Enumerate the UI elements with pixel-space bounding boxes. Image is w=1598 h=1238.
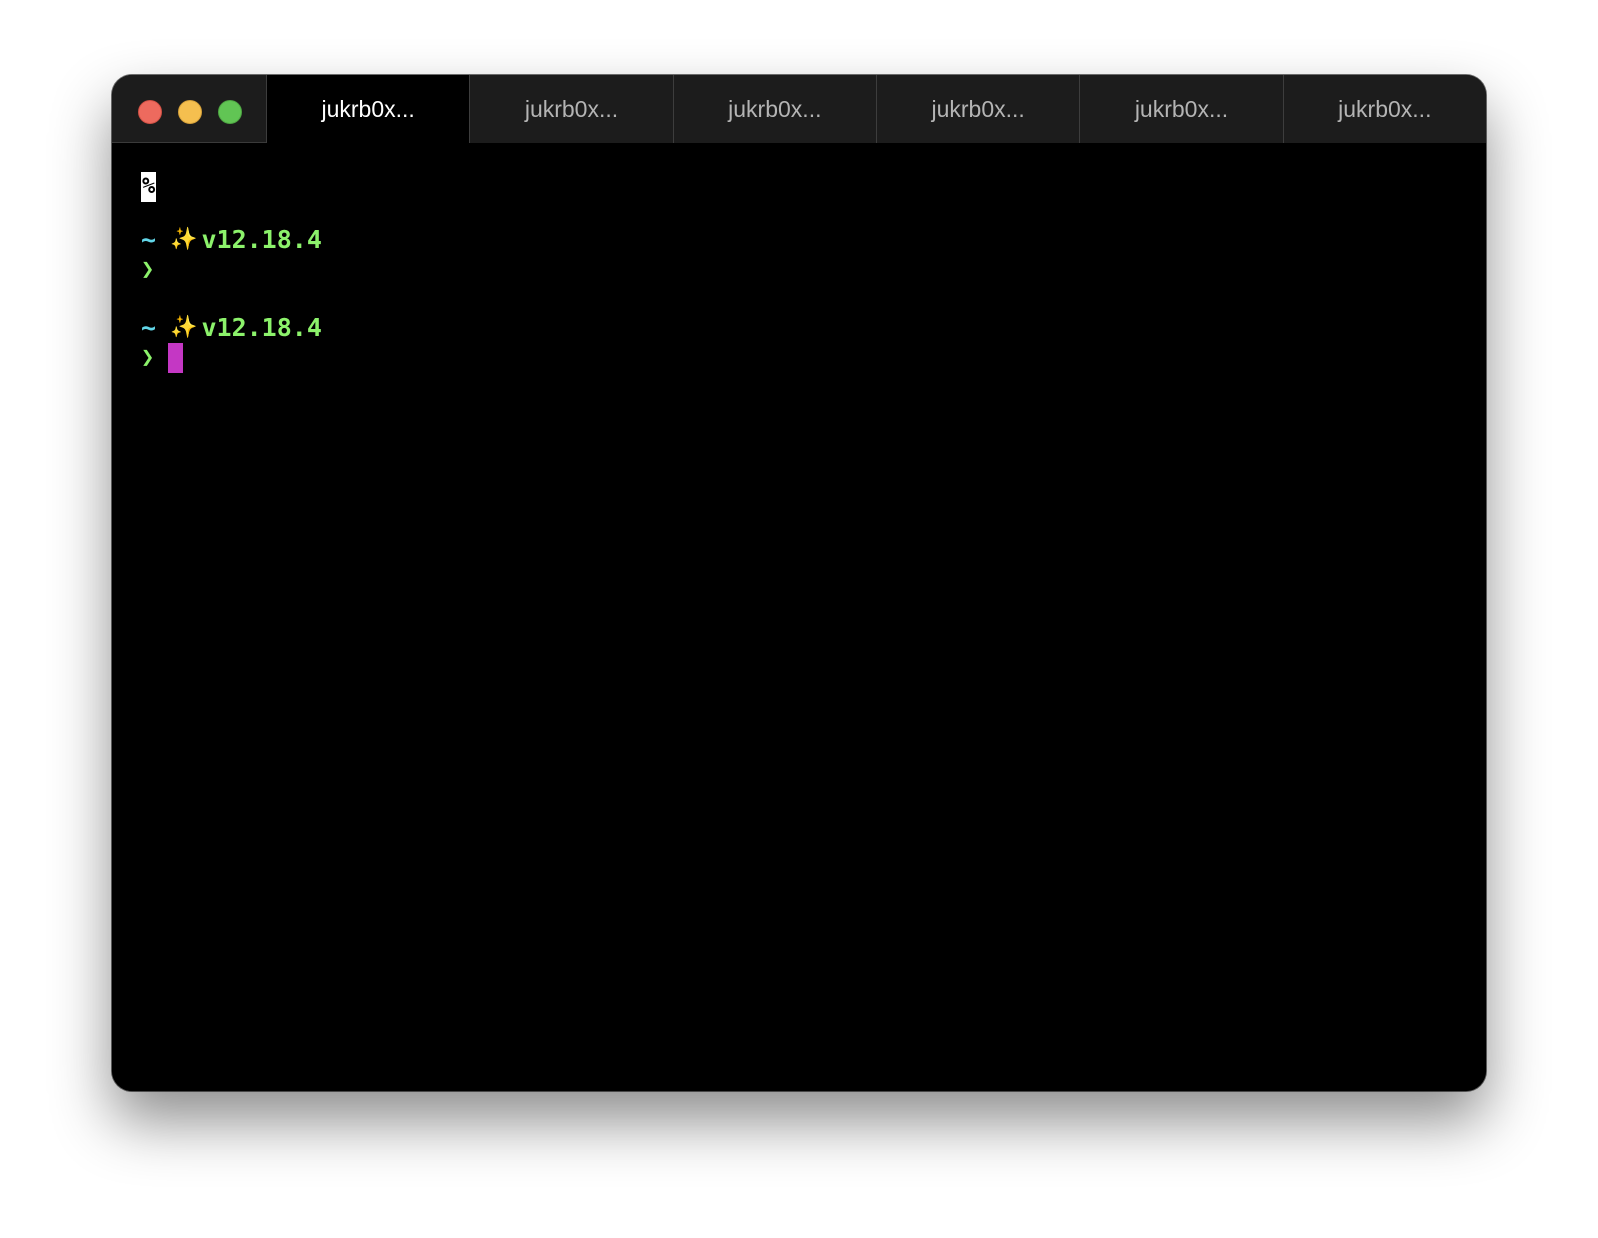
partial-line-marker: % [141,172,157,202]
partial-line-marker-line: % [141,172,157,202]
prompt-directory: ~ [141,313,157,342]
tab-2[interactable]: jukrb0x... [469,75,673,143]
tab-6[interactable]: jukrb0x... [1282,75,1486,143]
input-line-2: ❯ [141,343,184,373]
terminal-output[interactable]: % ~ ✨ v12.18.4 ❯ ~ ✨ v12.18.4 ❯ [112,143,1486,1091]
tab-bar: jukrb0x... jukrb0x... jukrb0x... jukrb0x… [266,75,1486,144]
tab-3[interactable]: jukrb0x... [672,75,876,143]
input-line-1: ❯ [141,255,154,285]
zoom-window-button[interactable] [218,100,242,124]
prompt-chevron-icon: ❯ [141,257,155,282]
tab-1[interactable]: jukrb0x... [266,75,470,144]
sparkles-icon: ✨ [170,227,198,252]
prompt-chevron-icon: ❯ [141,345,155,370]
prompt-line-1: ~ ✨ v12.18.4 [141,225,322,255]
node-version: v12.18.4 [201,225,322,254]
prompt-directory: ~ [141,225,157,254]
title-bar: jukrb0x... jukrb0x... jukrb0x... jukrb0x… [112,75,1486,144]
node-version: v12.18.4 [201,313,322,342]
close-window-button[interactable] [138,100,162,124]
minimize-window-button[interactable] [178,100,202,124]
tab-4[interactable]: jukrb0x... [875,75,1080,143]
text-cursor [168,343,184,373]
tab-5[interactable]: jukrb0x... [1079,75,1283,143]
sparkles-icon: ✨ [170,315,198,340]
terminal-window: jukrb0x... jukrb0x... jukrb0x... jukrb0x… [112,75,1486,1091]
prompt-line-2: ~ ✨ v12.18.4 [141,313,322,343]
